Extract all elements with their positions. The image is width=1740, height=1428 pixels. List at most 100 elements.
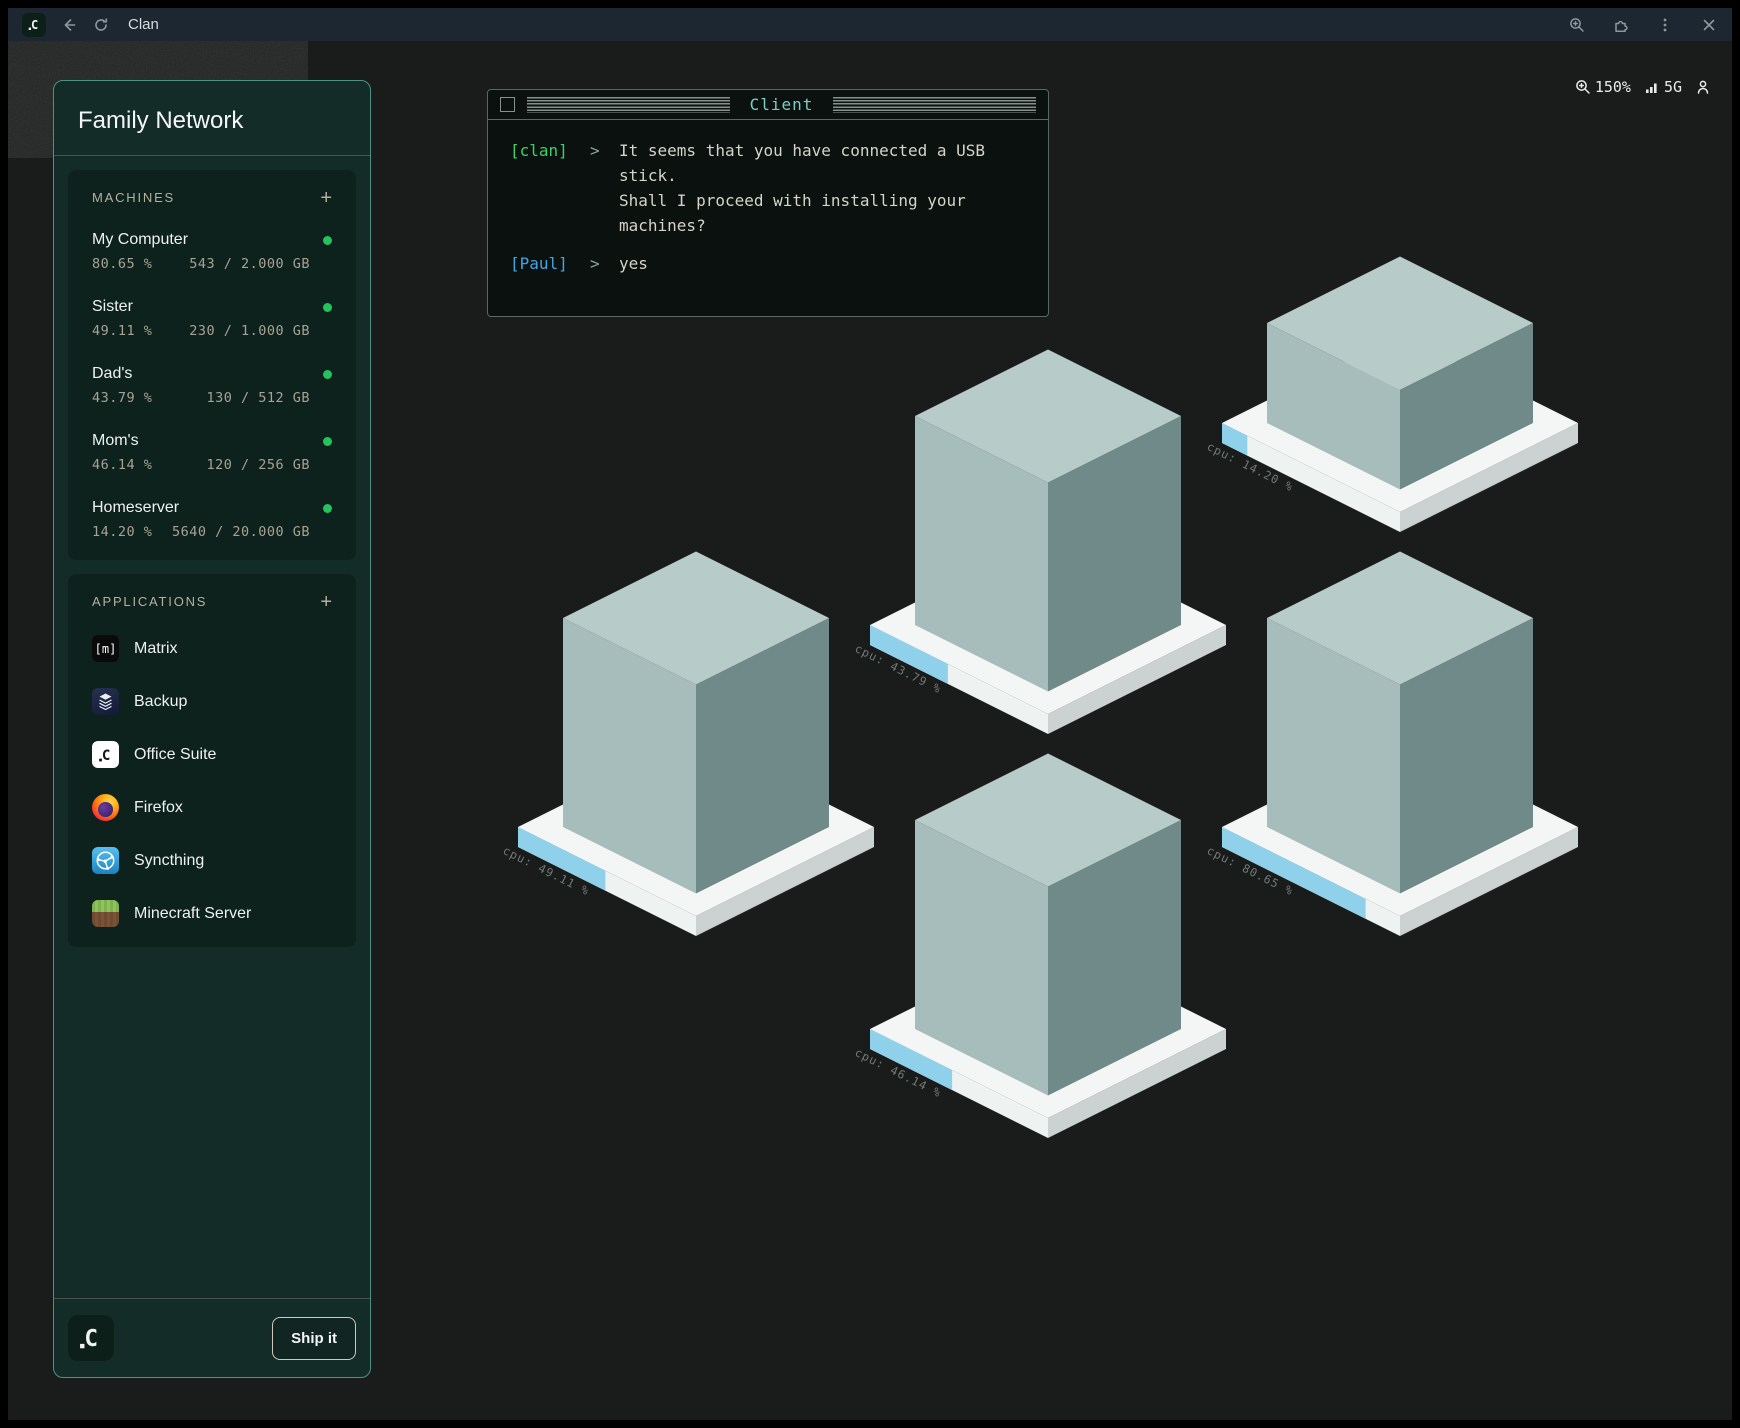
terminal-message-line: It seems that you have connected a USB (619, 138, 985, 163)
terminal-prompt: > (590, 251, 619, 276)
zoom-level-value: 150% (1595, 78, 1631, 96)
application-name: Minecraft Server (134, 905, 251, 923)
syncthing-icon (92, 847, 119, 874)
extensions-puzzle-icon[interactable] (1612, 16, 1630, 34)
application-item-matrix[interactable]: [m] Matrix (92, 635, 332, 662)
terminal-message-line: Shall I proceed with installing your (619, 188, 985, 213)
online-status-dot (323, 437, 332, 446)
clan-logo-icon: C (68, 1315, 114, 1361)
office-suite-icon: C (92, 741, 119, 768)
application-item-firefox[interactable]: Firefox (92, 794, 332, 821)
signal-bars-icon (1643, 78, 1661, 96)
online-status-dot (323, 504, 332, 513)
online-status-dot (323, 370, 332, 379)
machine-cube-dad-s[interactable]: cpu: 43.79 % (853, 350, 1226, 735)
machine-item-sister[interactable]: Sister 49.11 % 230 / 1.000 GB (92, 298, 332, 339)
application-item-syncthing[interactable]: Syncthing (92, 847, 332, 874)
refresh-icon[interactable] (92, 16, 110, 34)
application-item-backup[interactable]: Backup (92, 688, 332, 715)
machine-cube-my-computer[interactable]: cpu: 80.65 % (1205, 552, 1578, 937)
page-title: Clan (128, 16, 159, 33)
machine-name: My Computer (92, 231, 188, 249)
matrix-icon: [m] (92, 635, 119, 662)
machine-cpu-value: 49.11 % (92, 323, 152, 339)
terminal-message-line: yes (619, 251, 648, 276)
ship-it-button[interactable]: Ship it (272, 1317, 356, 1360)
machine-name: Homeserver (92, 499, 179, 517)
terminal-titlebar: Client (488, 90, 1048, 120)
network-title: Family Network (78, 107, 346, 135)
backup-icon (92, 688, 119, 715)
add-application-button[interactable]: + (320, 595, 332, 609)
firefox-icon (92, 794, 119, 821)
svg-text:C: C (30, 18, 37, 32)
terminal-message-line: stick. (619, 163, 985, 188)
machine-memory-value: 543 / 2.000 GB (189, 256, 310, 272)
svg-text:C: C (101, 748, 110, 764)
terminal-body: [clan]>It seems that you have connected … (488, 120, 1048, 307)
applications-header: APPLICATIONS (92, 594, 207, 609)
application-name: Matrix (134, 640, 178, 658)
sidebar-header: Family Network (54, 81, 370, 156)
online-status-dot (323, 303, 332, 312)
machine-item-mom-s[interactable]: Mom's 46.14 % 120 / 256 GB (92, 432, 332, 473)
client-terminal-window: Client [clan]>It seems that you have con… (487, 89, 1049, 317)
machine-cube-mom-s[interactable]: cpu: 46.14 % (853, 754, 1226, 1139)
terminal-message-clan: [clan]>It seems that you have connected … (510, 138, 1026, 238)
window-square-icon (500, 97, 515, 112)
application-name: Firefox (134, 799, 183, 817)
terminal-message-line: machines? (619, 213, 985, 238)
titlebar-stripes (833, 97, 1036, 113)
machine-memory-value: 230 / 1.000 GB (189, 323, 310, 339)
titlebar-stripes (527, 97, 730, 113)
close-icon[interactable] (1700, 16, 1718, 34)
machine-cpu-value: 14.20 % (92, 524, 152, 540)
application-name: Backup (134, 693, 187, 711)
application-item-office-suite[interactable]: C Office Suite (92, 741, 332, 768)
applications-card: APPLICATIONS + [m] Matrix Backup C Office… (68, 574, 356, 947)
sidebar-footer: C Ship it (54, 1298, 370, 1377)
menu-kebab-icon[interactable] (1656, 16, 1674, 34)
terminal-sender: [clan] (510, 138, 590, 238)
machine-cpu-value: 46.14 % (92, 457, 152, 473)
application-name: Office Suite (134, 746, 216, 764)
machine-memory-value: 5640 / 20.000 GB (172, 524, 310, 540)
minecraft-icon (92, 900, 119, 927)
zoom-level-indicator: 150% (1574, 78, 1631, 96)
machine-cube-sister[interactable]: cpu: 49.11 % (501, 552, 874, 937)
machine-item-dad-s[interactable]: Dad's 43.79 % 130 / 512 GB (92, 365, 332, 406)
machine-item-my-computer[interactable]: My Computer 80.65 % 543 / 2.000 GB (92, 231, 332, 272)
terminal-title: Client (742, 95, 822, 114)
network-type-value: 5G (1664, 78, 1682, 96)
application-item-minecraft-server[interactable]: Minecraft Server (92, 900, 332, 927)
machine-name: Sister (92, 298, 133, 316)
zoom-magnifier-icon (1574, 78, 1592, 96)
terminal-message-text: yes (619, 251, 648, 276)
machine-cube-homeserver[interactable]: cpu: 14.20 % (1205, 257, 1578, 533)
terminal-sender: [Paul] (510, 251, 590, 276)
machine-name: Dad's (92, 365, 132, 383)
terminal-prompt: > (590, 138, 619, 238)
clan-logo-icon: C (22, 13, 46, 37)
online-status-dot (323, 236, 332, 245)
zoom-page-icon[interactable] (1568, 16, 1586, 34)
network-indicator: 5G (1643, 78, 1682, 96)
machine-name: Mom's (92, 432, 139, 450)
machines-header: MACHINES (92, 190, 175, 205)
add-machine-button[interactable]: + (320, 191, 332, 205)
machine-cpu-value: 43.79 % (92, 390, 152, 406)
user-person-icon[interactable] (1694, 78, 1712, 96)
machine-cpu-value: 80.65 % (92, 256, 152, 272)
application-name: Syncthing (134, 852, 204, 870)
terminal-message-text: It seems that you have connected a USBst… (619, 138, 985, 238)
titlebar: C Clan (8, 8, 1732, 41)
svg-text:C: C (84, 1326, 98, 1352)
machine-item-homeserver[interactable]: Homeserver 14.20 % 5640 / 20.000 GB (92, 499, 332, 540)
back-icon[interactable] (60, 16, 78, 34)
sidebar: Family Network MACHINES + My Computer 80… (53, 80, 371, 1378)
machine-memory-value: 130 / 512 GB (206, 390, 310, 406)
status-indicators: 150% 5G (1574, 78, 1712, 96)
app-window: cpu: 14.20 %cpu: 43.79 %cpu: 49.11 %cpu:… (8, 8, 1732, 1420)
terminal-message-paul: [Paul]>yes (510, 251, 1026, 276)
machine-memory-value: 120 / 256 GB (206, 457, 310, 473)
